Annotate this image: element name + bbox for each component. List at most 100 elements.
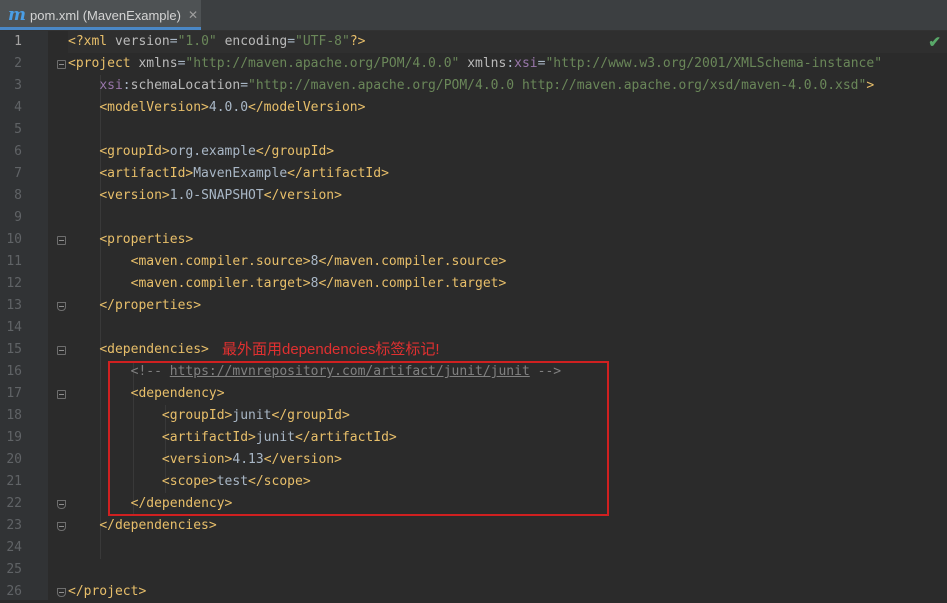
code-line: <groupId>org.example</groupId> — [68, 141, 334, 163]
code-token: ?> — [349, 34, 366, 49]
code-token: org.example — [169, 144, 256, 159]
line-number: 17 — [6, 386, 22, 401]
code-token: <dependencies> — [99, 342, 209, 357]
code-token: xmlns — [467, 56, 507, 71]
editor-tab-bar: m pom.xml (MavenExample) ✕ — [0, 0, 947, 31]
line-number: 4 — [14, 100, 22, 115]
code-line: <maven.compiler.source>8</maven.compiler… — [68, 251, 507, 273]
inspection-ok-icon[interactable]: ✔ — [928, 33, 941, 51]
close-icon[interactable]: ✕ — [188, 8, 198, 22]
code-line: <project xmlns="http://maven.apache.org/… — [68, 53, 882, 75]
maven-m-icon: m — [8, 5, 26, 25]
code-token: <version> — [99, 188, 170, 203]
code-editor[interactable]: 1 <?xml version="1.0" encoding="UTF-8"?> 2… — [0, 31, 947, 600]
fold-start-icon[interactable] — [57, 60, 66, 69]
line-number: 20 — [6, 452, 22, 467]
code-token: </dependencies> — [99, 518, 217, 533]
code-token: <modelVersion> — [99, 100, 209, 115]
line-number: 19 — [6, 430, 22, 445]
line-number: 13 — [6, 298, 22, 313]
line-number: 7 — [14, 166, 22, 181]
line-number: 25 — [6, 562, 22, 577]
line-number: 5 — [14, 122, 22, 137]
code-token: "http://maven.apache.org/POM/4.0.0 http:… — [248, 78, 867, 93]
code-token: </modelVersion> — [248, 100, 366, 115]
code-token: </artifactId> — [287, 166, 389, 181]
code-token: > — [866, 78, 875, 93]
code-token: xmlns — [138, 56, 178, 71]
active-tab-indicator — [0, 27, 201, 30]
line-number: 23 — [6, 518, 22, 533]
code-token: "UTF-8" — [295, 34, 350, 49]
code-token: "1.0" — [177, 34, 217, 49]
code-line: <modelVersion>4.0.0</modelVersion> — [68, 97, 365, 119]
fold-end-icon[interactable] — [57, 302, 66, 311]
code-line: xsi:schemaLocation="http://maven.apache.… — [68, 75, 874, 97]
code-token: <properties> — [99, 232, 194, 247]
code-token: = — [240, 78, 249, 93]
fold-gutter — [48, 31, 68, 600]
code-token: </version> — [263, 188, 342, 203]
line-number: 21 — [6, 474, 22, 489]
code-token: = — [287, 34, 296, 49]
fold-start-icon[interactable] — [57, 390, 66, 399]
code-token: : — [506, 56, 515, 71]
line-number: 8 — [14, 188, 22, 203]
code-token: <maven.compiler.target> — [130, 276, 311, 291]
tab-pom-xml[interactable]: m pom.xml (MavenExample) ✕ — [0, 0, 201, 30]
fold-end-icon[interactable] — [57, 588, 66, 597]
fold-start-icon[interactable] — [57, 236, 66, 245]
code-line: <version>1.0-SNAPSHOT</version> — [68, 185, 342, 207]
line-number: 22 — [6, 496, 22, 511]
fold-end-icon[interactable] — [57, 522, 66, 531]
code-token: = — [169, 34, 178, 49]
code-token: "http://www.w3.org/2001/XMLSchema-instan… — [545, 56, 883, 71]
highlight-box — [108, 361, 609, 516]
line-number: 10 — [6, 232, 22, 247]
code-line: <properties> — [68, 229, 193, 251]
code-line: </properties> — [68, 295, 201, 317]
code-line: <dependencies> — [68, 339, 209, 361]
tab-title: pom.xml (MavenExample) — [30, 7, 181, 23]
line-number: 2 — [14, 56, 22, 71]
code-token: schemaLocation — [130, 78, 241, 93]
code-token: </properties> — [99, 298, 202, 313]
code-line: <maven.compiler.target>8</maven.compiler… — [68, 273, 507, 295]
line-number: 14 — [6, 320, 22, 335]
line-number: 6 — [14, 144, 22, 159]
line-number: 15 — [6, 342, 22, 357]
code-token: </maven.compiler.target> — [318, 276, 507, 291]
fold-start-icon[interactable] — [57, 346, 66, 355]
code-token: xsi — [99, 78, 123, 93]
line-number: 12 — [6, 276, 22, 291]
fold-end-icon[interactable] — [57, 500, 66, 509]
code-token: <groupId> — [99, 144, 170, 159]
code-token: <maven.compiler.source> — [130, 254, 311, 269]
code-token: <artifactId> — [99, 166, 194, 181]
code-token: <project — [68, 56, 139, 71]
code-line: <artifactId>MavenExample</artifactId> — [68, 163, 389, 185]
code-token: 1.0-SNAPSHOT — [169, 188, 264, 203]
line-number: 1 — [14, 34, 22, 49]
code-token: "http://maven.apache.org/POM/4.0.0" — [185, 56, 460, 71]
code-token: MavenExample — [193, 166, 288, 181]
line-number: 24 — [6, 540, 22, 555]
code-token: : — [122, 78, 131, 93]
code-token: </maven.compiler.source> — [318, 254, 507, 269]
line-number: 9 — [14, 210, 22, 225]
line-number: 3 — [14, 78, 22, 93]
code-token: encoding — [224, 34, 288, 49]
code-token: xsi — [514, 56, 538, 71]
